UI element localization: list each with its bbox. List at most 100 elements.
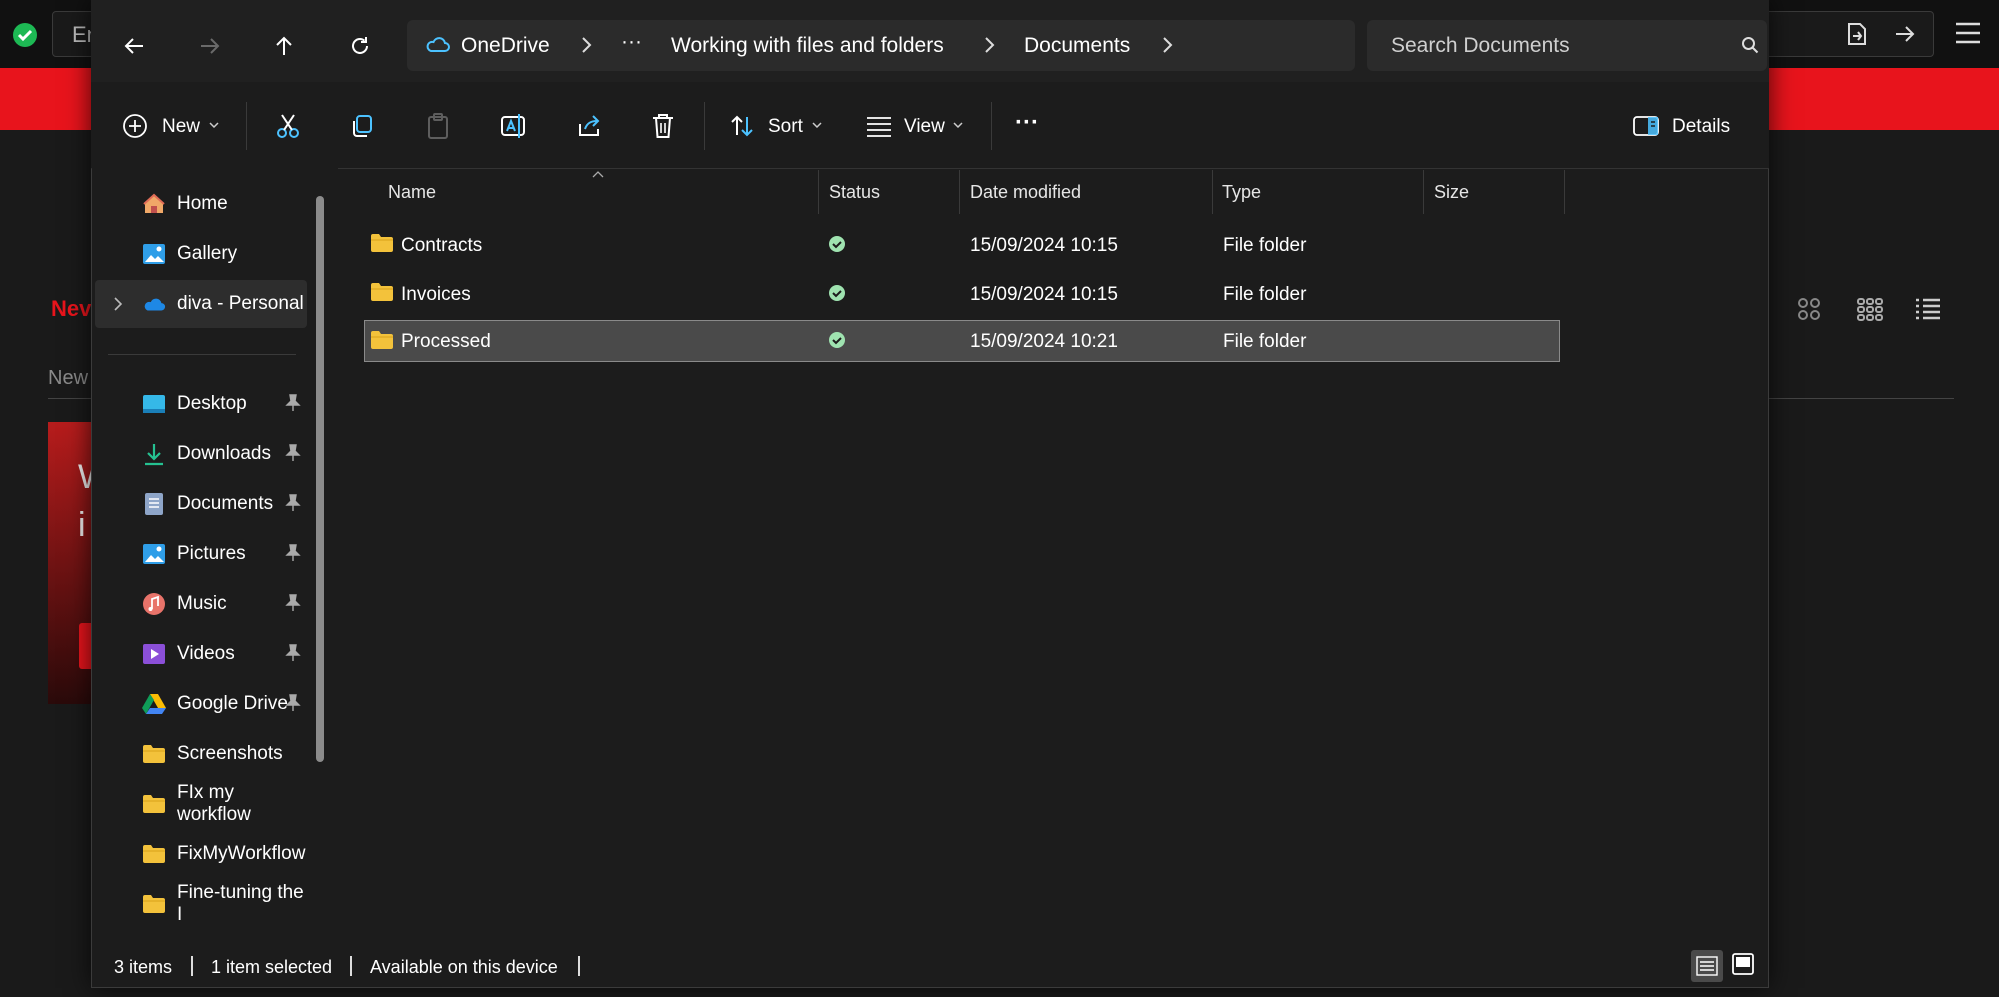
pin-icon[interactable] xyxy=(285,544,301,562)
file-row-selected[interactable]: Processed 15/09/2024 10:21 File folder xyxy=(364,320,1560,362)
compact-grid-icon[interactable] xyxy=(1857,297,1883,321)
pin-icon[interactable] xyxy=(285,694,301,712)
chevron-right-icon[interactable] xyxy=(113,296,123,312)
cut-icon[interactable] xyxy=(274,112,302,140)
column-header-name[interactable]: Name xyxy=(388,182,436,203)
grid-view-icon[interactable] xyxy=(1797,297,1821,321)
column-divider[interactable] xyxy=(1212,170,1213,214)
column-header-status[interactable]: Status xyxy=(829,182,880,203)
column-divider[interactable] xyxy=(818,170,819,214)
sidebar-item-google-drive[interactable]: Google Drive xyxy=(95,680,307,728)
pin-icon[interactable] xyxy=(285,494,301,512)
sidebar-item-label: Downloads xyxy=(177,443,271,464)
see-more-button[interactable]: ··· xyxy=(1015,109,1039,137)
go-arrow-icon[interactable] xyxy=(1893,22,1917,46)
forward-button[interactable] xyxy=(190,26,230,66)
copy-icon[interactable] xyxy=(349,113,375,139)
column-divider[interactable] xyxy=(1423,170,1424,214)
status-divider xyxy=(191,956,193,976)
sidebar-item-fixmyworkflow[interactable]: FixMyWorkflow xyxy=(95,830,307,878)
sidebar-item-label: Videos xyxy=(177,643,235,664)
paste-icon[interactable] xyxy=(425,112,451,140)
pin-icon[interactable] xyxy=(285,444,301,462)
new-plus-icon[interactable] xyxy=(122,113,148,139)
preview-view-icon xyxy=(1732,953,1754,975)
back-arrow-icon xyxy=(124,38,143,54)
chevron-down-icon[interactable] xyxy=(952,120,964,130)
sidebar-item-label: Desktop xyxy=(177,393,247,414)
sidebar-item-screenshots[interactable]: Screenshots xyxy=(95,730,307,778)
page-capture-icon[interactable] xyxy=(1846,22,1868,46)
view-icon[interactable] xyxy=(866,115,892,137)
gallery-icon xyxy=(142,242,166,266)
chevron-right-icon[interactable] xyxy=(579,34,593,56)
details-pane-icon[interactable] xyxy=(1633,115,1659,137)
toolbar-divider xyxy=(991,102,992,150)
sidebar-item-desktop[interactable]: Desktop xyxy=(95,380,307,428)
column-header-size[interactable]: Size xyxy=(1434,182,1469,203)
pin-icon[interactable] xyxy=(285,644,301,662)
rename-icon[interactable] xyxy=(499,112,527,140)
sidebar-item-label: Google Drive xyxy=(177,693,288,714)
column-header-date[interactable]: Date modified xyxy=(970,182,1081,203)
sync-status-icon xyxy=(828,284,846,302)
pin-icon[interactable] xyxy=(285,594,301,612)
sidebar-item-fine-tuning[interactable]: Fine-tuning the I xyxy=(95,880,307,928)
share-icon[interactable] xyxy=(575,112,603,140)
sidebar-scrollbar[interactable] xyxy=(316,196,324,762)
chevron-down-icon[interactable] xyxy=(208,120,220,130)
up-button[interactable] xyxy=(264,26,304,66)
music-icon xyxy=(142,592,166,616)
breadcrumb-item[interactable]: Working with files and folders xyxy=(671,34,944,58)
column-header-type[interactable]: Type xyxy=(1222,182,1261,203)
file-row[interactable]: Invoices 15/09/2024 10:15 File folder xyxy=(364,273,1560,315)
search-icon[interactable] xyxy=(1741,36,1759,54)
details-button[interactable]: Details xyxy=(1672,116,1730,138)
sort-icon[interactable] xyxy=(729,113,755,139)
folder-icon xyxy=(142,842,166,866)
sidebar-item-gallery[interactable]: Gallery xyxy=(95,230,307,278)
security-check-icon xyxy=(12,22,38,48)
sidebar-item-fix-my-workflow[interactable]: FIx my workflow xyxy=(95,780,307,828)
breadcrumb-item[interactable]: Documents xyxy=(1024,34,1130,58)
list-view-icon[interactable] xyxy=(1915,297,1941,321)
back-button[interactable] xyxy=(114,26,154,66)
chevron-right-icon[interactable] xyxy=(1160,34,1174,56)
hamburger-menu-icon[interactable] xyxy=(1954,20,1982,46)
details-view-icon xyxy=(1696,956,1718,976)
breadcrumb-root[interactable]: OneDrive xyxy=(461,34,550,58)
up-arrow-icon xyxy=(276,36,292,55)
sidebar-item-videos[interactable]: Videos xyxy=(95,630,307,678)
google-drive-icon xyxy=(142,692,166,716)
file-row[interactable]: Contracts 15/09/2024 10:15 File folder xyxy=(364,224,1560,266)
downloads-icon xyxy=(142,442,166,466)
chevron-right-icon[interactable] xyxy=(982,34,996,56)
sidebar-item-pictures[interactable]: Pictures xyxy=(95,530,307,578)
sidebar-item-onedrive-personal[interactable]: diva - Personal xyxy=(95,280,307,328)
sort-indicator-icon xyxy=(591,170,605,178)
sort-button[interactable]: Sort xyxy=(768,116,803,138)
date-modified: 15/09/2024 10:15 xyxy=(970,284,1118,305)
column-divider[interactable] xyxy=(1564,170,1565,214)
breadcrumb-overflow[interactable]: ··· xyxy=(621,30,642,54)
chevron-down-icon[interactable] xyxy=(811,120,823,130)
forward-arrow-icon xyxy=(201,38,220,54)
site-card-text: i xyxy=(78,506,86,544)
view-button[interactable]: View xyxy=(904,116,945,138)
new-button[interactable]: New xyxy=(162,116,200,138)
details-view-toggle[interactable] xyxy=(1691,950,1723,982)
large-icons-view-toggle[interactable] xyxy=(1731,952,1755,976)
refresh-button[interactable] xyxy=(340,26,380,66)
pin-icon[interactable] xyxy=(285,394,301,412)
sidebar-item-downloads[interactable]: Downloads xyxy=(95,430,307,478)
sidebar-item-music[interactable]: Music xyxy=(95,580,307,628)
column-divider[interactable] xyxy=(959,170,960,214)
onedrive-cloud-icon xyxy=(424,34,450,54)
site-heading: Nev xyxy=(51,296,92,321)
sidebar-item-documents[interactable]: Documents xyxy=(95,480,307,528)
home-icon xyxy=(142,192,166,216)
sync-status-icon xyxy=(828,331,846,349)
sidebar-item-home[interactable]: Home xyxy=(95,180,307,228)
status-bar xyxy=(92,946,1768,986)
delete-icon[interactable] xyxy=(650,112,676,140)
